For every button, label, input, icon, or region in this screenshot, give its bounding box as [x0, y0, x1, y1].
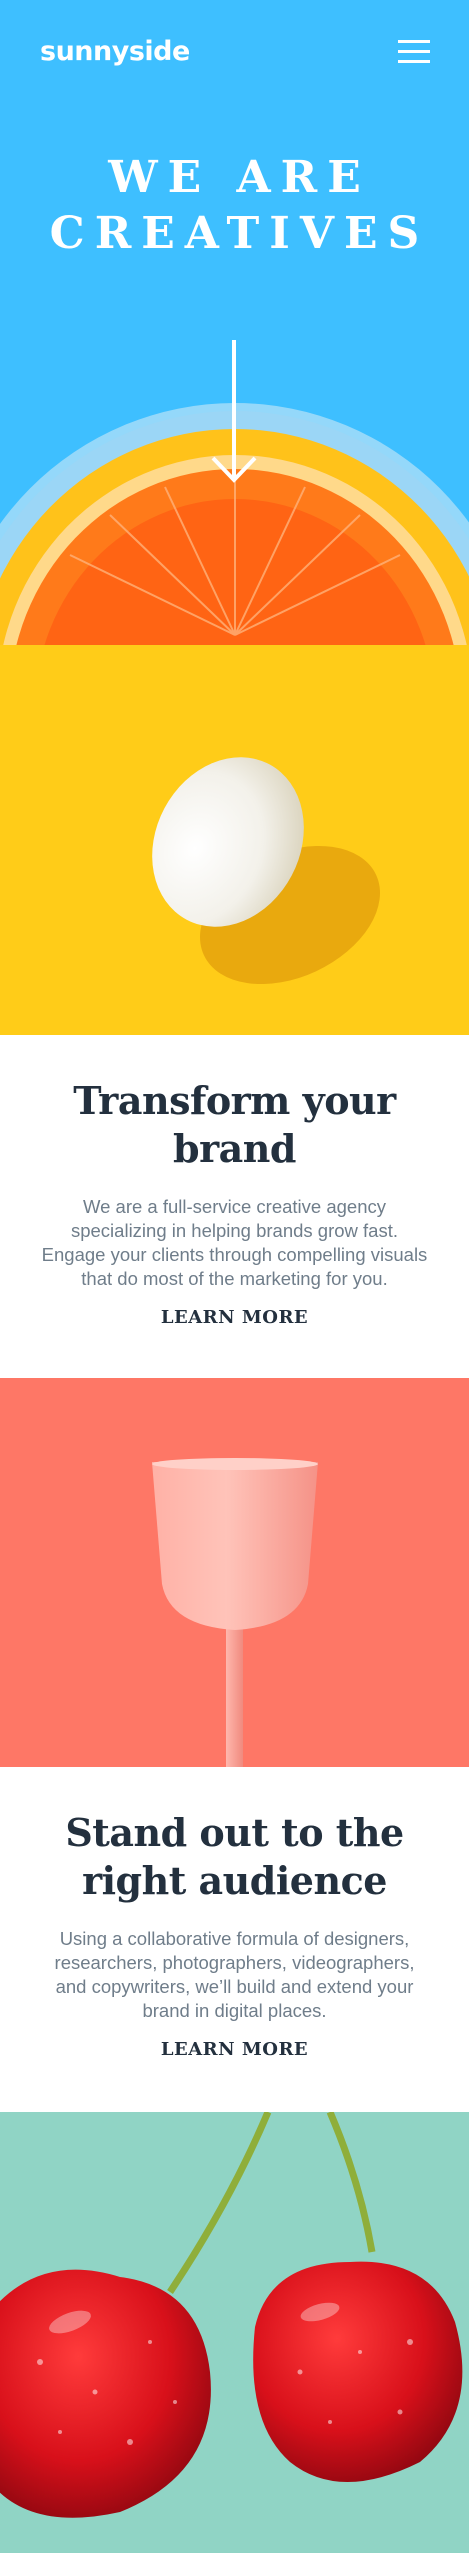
transform-body-line: Engage your clients through compelling v… — [41, 1244, 428, 1265]
glass-image — [152, 1458, 318, 1767]
transform-section: Transform your brand We are a full-servi… — [0, 1035, 469, 1378]
standout-body-line: researchers, photographers, videographer… — [54, 1952, 415, 1973]
standout-learn-more-label: LEARN MORE — [160, 2039, 309, 2060]
egg-image — [152, 757, 380, 985]
glass-image-section — [0, 1378, 469, 1767]
standout-body-line: Using a collaborative formula of designe… — [59, 1928, 410, 1949]
transform-title: Transform your brand — [0, 1035, 469, 1173]
transform-title-line-1: Transform your — [73, 1078, 396, 1123]
standout-body-line: brand in digital places. — [142, 2000, 327, 2021]
standout-body-line: and copywriters, we’ll build and extend … — [55, 1976, 414, 1997]
cherry-image-section — [0, 2112, 469, 2553]
transform-learn-more-label: LEARN MORE — [160, 1307, 309, 1328]
orange-image — [0, 0, 469, 250]
standout-section: Stand out to the right audience Using a … — [0, 1767, 469, 2112]
standout-title: Stand out to the right audience — [0, 1767, 469, 1905]
standout-title-line-1: Stand out to the — [65, 1810, 404, 1855]
transform-body-line: We are a full-service creative agency — [83, 1196, 386, 1217]
transform-learn-more-link[interactable]: LEARN MORE — [152, 1307, 317, 1328]
transform-body: We are a full-service creative agency sp… — [0, 1195, 469, 1291]
transform-body-line: that do most of the marketing for you. — [81, 1268, 388, 1289]
standout-body: Using a collaborative formula of designe… — [0, 1927, 469, 2023]
arrow-down-icon — [211, 340, 257, 483]
transform-title-line-2: brand — [173, 1126, 296, 1171]
standout-learn-more-link[interactable]: LEARN MORE — [152, 2039, 317, 2060]
hero-section: sunnyside WE ARE CREATIVES — [0, 0, 469, 645]
egg-image-section — [0, 645, 469, 1035]
transform-body-line: specializing in helping brands grow fast… — [70, 1220, 399, 1241]
cherries-image — [0, 2112, 463, 2518]
standout-title-line-2: right audience — [82, 1858, 387, 1903]
